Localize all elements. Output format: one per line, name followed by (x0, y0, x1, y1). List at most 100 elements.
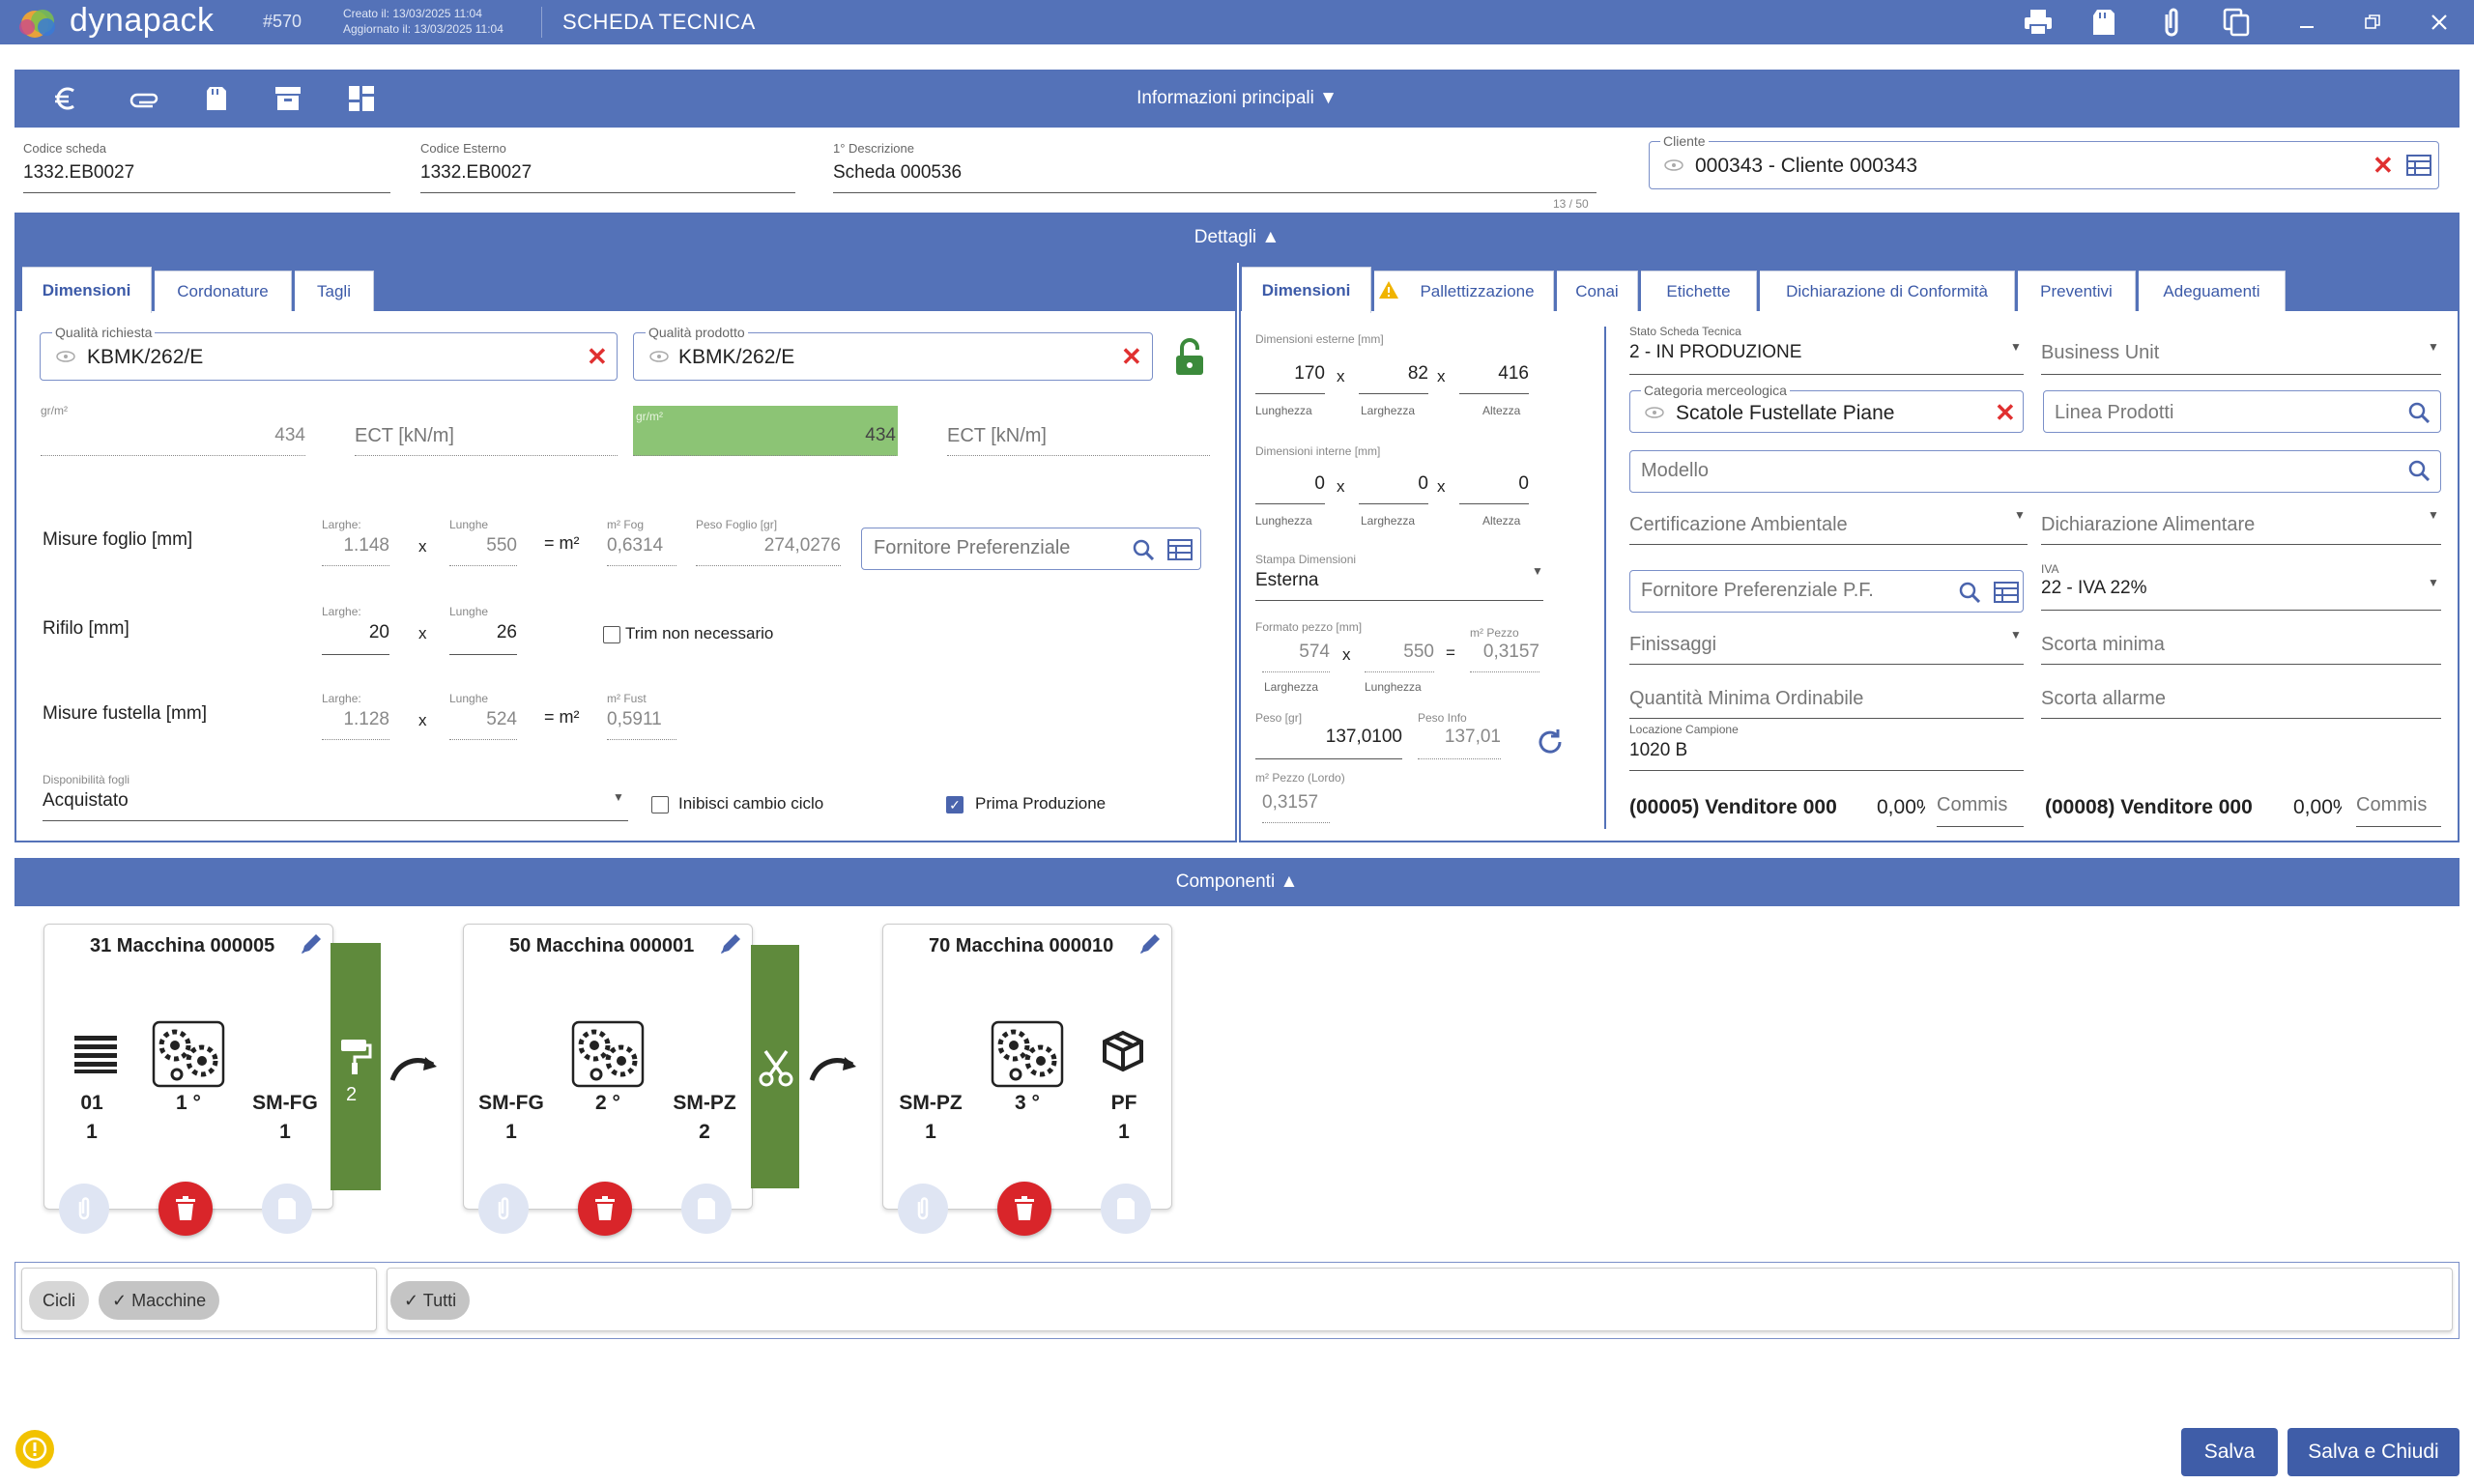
foglio-lunghe-field[interactable]: 550 (449, 535, 517, 566)
save-button[interactable]: Salva (2181, 1428, 2278, 1476)
clear-cliente-icon[interactable]: ✕ (2373, 153, 2394, 178)
dashboard-icon[interactable] (342, 73, 381, 124)
archive-icon[interactable] (269, 73, 307, 124)
dichiarazione-alimentare-select[interactable]: Dichiarazione Alimentare (2041, 510, 2441, 545)
tab-preventivi[interactable]: Preventivi (2018, 271, 2136, 311)
search-icon[interactable] (1959, 582, 1980, 603)
quantita-minima-field[interactable]: Quantità Minima Ordinabile (1629, 682, 2024, 719)
ect-field[interactable]: ECT [kN/m] (355, 421, 618, 456)
alert-icon[interactable] (15, 1430, 54, 1469)
edit-icon[interactable] (1137, 931, 1163, 956)
minimize-icon[interactable] (2290, 6, 2323, 39)
chip-cicli[interactable]: Cicli (29, 1281, 89, 1320)
search-icon[interactable] (2408, 402, 2430, 423)
m2-fog-field[interactable]: 0,6314 (607, 535, 676, 566)
rifilo-larghe-field[interactable]: 20 (322, 622, 389, 655)
euro-icon[interactable] (46, 73, 85, 124)
save-doc-button[interactable] (681, 1184, 732, 1234)
locazione-field[interactable]: 1020 B (1629, 740, 2024, 771)
prima-produzione-checkbox[interactable]: ✓ (946, 796, 964, 813)
m2-pezzo-field[interactable]: 0,3157 (1470, 642, 1539, 672)
business-unit-select[interactable]: Business Unit (2041, 342, 2441, 375)
refresh-icon[interactable] (1535, 727, 1566, 757)
certificazione-select[interactable]: Certificazione Ambientale (1629, 510, 2028, 545)
restore-icon[interactable] (2356, 6, 2389, 39)
peso-foglio-field[interactable]: 274,0276 (696, 535, 841, 566)
copy-icon[interactable] (2220, 6, 2253, 39)
attachment-icon[interactable] (2155, 6, 2188, 39)
tab-dimensioni-left[interactable]: Dimensioni (22, 267, 152, 313)
close-icon[interactable] (2423, 6, 2456, 39)
edit-icon[interactable] (299, 931, 324, 956)
fust-lunghe-field[interactable]: 524 (449, 709, 517, 740)
est-altezza-field[interactable]: 416 (1459, 363, 1529, 394)
codice-scheda-field[interactable]: 1332.EB0027 (23, 158, 390, 193)
stato-select[interactable]: 2 - IN PRODUZIONE (1629, 342, 2024, 375)
codice-esterno-field[interactable]: 1332.EB0027 (420, 158, 795, 193)
componenti-header[interactable]: Componenti ▲ (14, 858, 2460, 906)
tab-conai[interactable]: Conai (1557, 271, 1638, 311)
paperclip-icon[interactable] (126, 73, 164, 124)
tab-adeguamenti[interactable]: Adeguamenti (2139, 271, 2286, 311)
peso-field[interactable]: 137,0100 (1255, 727, 1402, 759)
est-lunghezza-field[interactable]: 170 (1255, 363, 1325, 394)
commissione-1-field[interactable]: Commis (1937, 792, 2024, 827)
scorta-allarme-field[interactable]: Scorta allarme (2041, 682, 2441, 719)
table-lookup-icon[interactable] (1167, 539, 1193, 560)
delete-button[interactable] (158, 1182, 213, 1236)
delete-button[interactable] (997, 1182, 1051, 1236)
disponibilita-select[interactable]: Acquistato (43, 790, 628, 821)
modello-field[interactable] (1629, 450, 2441, 493)
descrizione-field[interactable]: Scheda 000536 (833, 158, 1597, 193)
clear-qualita-richiesta-icon[interactable]: ✕ (587, 344, 608, 369)
tab-pallettizzazione[interactable]: Pallettizzazione (1374, 271, 1554, 311)
ect2-field[interactable]: ECT [kN/m] (947, 425, 1210, 456)
grm-field[interactable]: 434 (41, 421, 305, 456)
formato-larghezza-field[interactable]: 574 (1262, 642, 1330, 672)
main-info-header[interactable]: Informazioni principali ▼ (14, 70, 2460, 128)
save-doc-button[interactable] (1101, 1184, 1151, 1234)
iva-select[interactable]: 22 - IVA 22% (2041, 578, 2441, 611)
clear-qualita-prodotto-icon[interactable]: ✕ (1121, 344, 1142, 369)
commissione-2-field[interactable]: Commis (2356, 792, 2441, 827)
chip-macchine[interactable]: ✓ Macchine (99, 1281, 220, 1320)
delete-button[interactable] (578, 1182, 632, 1236)
search-icon[interactable] (2408, 460, 2430, 481)
est-larghezza-field[interactable]: 82 (1359, 363, 1428, 394)
int-lunghezza-field[interactable]: 0 (1255, 473, 1325, 504)
trim-checkbox[interactable] (603, 626, 620, 643)
rifilo-lunghe-field[interactable]: 26 (449, 622, 517, 655)
int-altezza-field[interactable]: 0 (1459, 473, 1529, 504)
edit-icon[interactable] (718, 931, 743, 956)
clear-categoria-icon[interactable]: ✕ (1995, 400, 2016, 425)
attach-button[interactable] (898, 1184, 948, 1234)
search-icon[interactable] (1133, 539, 1154, 560)
tab-cordonature[interactable]: Cordonature (155, 271, 292, 311)
tab-dichiarazione-conformita[interactable]: Dichiarazione di Conformità (1760, 271, 2015, 311)
scorta-minima-field[interactable]: Scorta minima (2041, 630, 2441, 665)
fust-larghe-field[interactable]: 1.128 (322, 709, 389, 740)
m2-fust-field[interactable]: 0,5911 (607, 709, 676, 740)
finissaggi-select[interactable]: Finissaggi (1629, 630, 2024, 665)
inibisci-checkbox[interactable] (651, 796, 669, 813)
print-icon[interactable] (2022, 6, 2055, 39)
foglio-larghe-field[interactable]: 1.148 (322, 535, 389, 566)
lock-open-icon[interactable] (1174, 338, 1205, 377)
grm2-field[interactable]: 434 (633, 425, 896, 456)
m2-lordo-field[interactable]: 0,3157 (1262, 792, 1330, 823)
attach-button[interactable] (478, 1184, 529, 1234)
stampa-dimensioni-select[interactable]: Esterna (1255, 570, 1543, 601)
peso-info-field[interactable]: 137,01 (1418, 727, 1501, 759)
tab-tagli[interactable]: Tagli (295, 271, 374, 311)
tab-etichette[interactable]: Etichette (1641, 271, 1757, 311)
table-lookup-icon[interactable] (1994, 582, 2019, 603)
chip-tutti[interactable]: ✓ Tutti (390, 1281, 471, 1320)
attach-button[interactable] (59, 1184, 109, 1234)
save-and-close-button[interactable]: Salva e Chiudi (2287, 1428, 2460, 1476)
dettagli-header[interactable]: Dettagli ▲ (14, 213, 2460, 263)
document-icon[interactable] (197, 73, 236, 124)
tab-dimensioni-right[interactable]: Dimensioni (1242, 267, 1371, 313)
table-lookup-icon[interactable] (2406, 155, 2431, 176)
save-doc-button[interactable] (262, 1184, 312, 1234)
int-larghezza-field[interactable]: 0 (1359, 473, 1428, 504)
